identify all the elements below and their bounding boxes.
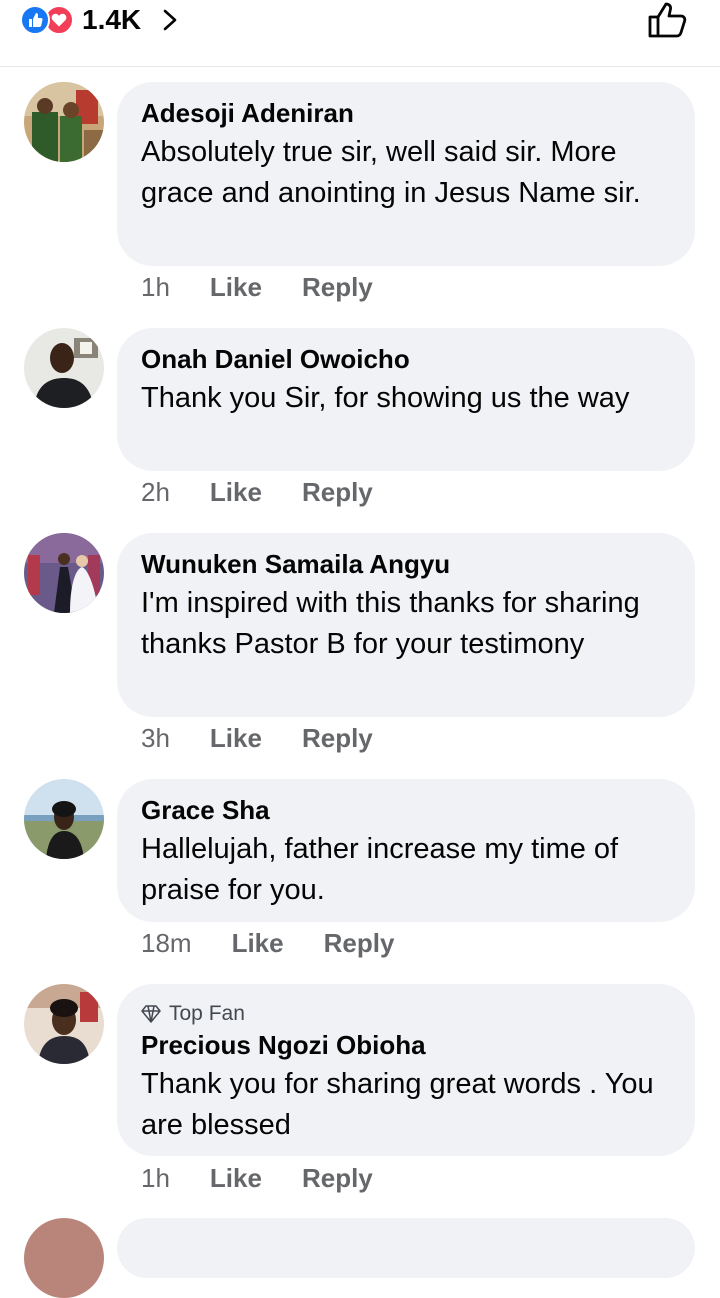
reaction-count: 1.4K <box>82 4 142 35</box>
comment-author[interactable]: Wunuken Samaila Angyu <box>141 547 671 581</box>
comment-time[interactable]: 18m <box>141 926 192 960</box>
like-button[interactable]: Like <box>210 1161 262 1195</box>
thumbs-up-outline-icon[interactable] <box>646 0 690 40</box>
reply-button[interactable]: Reply <box>324 926 395 960</box>
diamond-icon <box>141 1005 161 1023</box>
comment-bubble: Grace Sha Hallelujah, father increase my… <box>117 779 695 922</box>
top-fan-badge: Top Fan <box>141 1000 671 1028</box>
comment-bubble: Onah Daniel Owoicho Thank you Sir, for s… <box>117 328 695 471</box>
reply-button[interactable]: Reply <box>302 721 373 755</box>
chevron-right-icon <box>163 9 177 31</box>
comment-author[interactable]: Adesoji Adeniran <box>141 96 671 130</box>
comment-text: Thank you for sharing great words . You … <box>141 1068 654 1141</box>
avatar[interactable] <box>24 779 104 859</box>
comment-time[interactable]: 1h <box>141 270 170 304</box>
comment-time[interactable]: 3h <box>141 721 170 755</box>
comment-bubble: Top Fan Precious Ngozi Obioha Thank you … <box>117 984 695 1156</box>
reply-button[interactable]: Reply <box>302 475 373 509</box>
comment-text: Absolutely true sir, well said sir. More… <box>141 136 641 209</box>
like-button[interactable]: Like <box>210 270 262 304</box>
comment-bubble: Adesoji Adeniran Absolutely true sir, we… <box>117 82 695 266</box>
comment-actions: 2h Like Reply <box>141 475 373 509</box>
avatar[interactable] <box>24 328 104 408</box>
comment-bubble: Wunuken Samaila Angyu I'm inspired with … <box>117 533 695 717</box>
avatar[interactable] <box>24 533 104 613</box>
comment-text: I'm inspired with this thanks for sharin… <box>141 587 640 660</box>
top-fan-label: Top Fan <box>169 1002 245 1025</box>
like-icon <box>20 5 50 35</box>
comment-bubble <box>117 1218 695 1278</box>
comment-text: Hallelujah, father increase my time of p… <box>141 833 619 906</box>
like-button[interactable]: Like <box>210 721 262 755</box>
comment-author[interactable]: Onah Daniel Owoicho <box>141 342 671 376</box>
comment-actions: 18m Like Reply <box>141 926 394 960</box>
avatar[interactable] <box>24 82 104 162</box>
like-button[interactable]: Like <box>232 926 284 960</box>
avatar[interactable] <box>24 984 104 1064</box>
comment-author[interactable]: Grace Sha <box>141 793 671 827</box>
reply-button[interactable]: Reply <box>302 1161 373 1195</box>
reactions-summary[interactable]: 1.4K <box>20 0 181 40</box>
reactions-header: 1.4K <box>0 0 720 67</box>
comment-text: Thank you Sir, for showing us the way <box>141 382 630 414</box>
comment-time[interactable]: 2h <box>141 475 170 509</box>
reply-button[interactable]: Reply <box>302 270 373 304</box>
comment-author[interactable]: Precious Ngozi Obioha <box>141 1028 671 1062</box>
like-button[interactable]: Like <box>210 475 262 509</box>
avatar[interactable] <box>24 1218 104 1298</box>
comment-actions: 1h Like Reply <box>141 1161 373 1195</box>
comment-actions: 1h Like Reply <box>141 270 373 304</box>
comment-actions: 3h Like Reply <box>141 721 373 755</box>
comment-time[interactable]: 1h <box>141 1161 170 1195</box>
